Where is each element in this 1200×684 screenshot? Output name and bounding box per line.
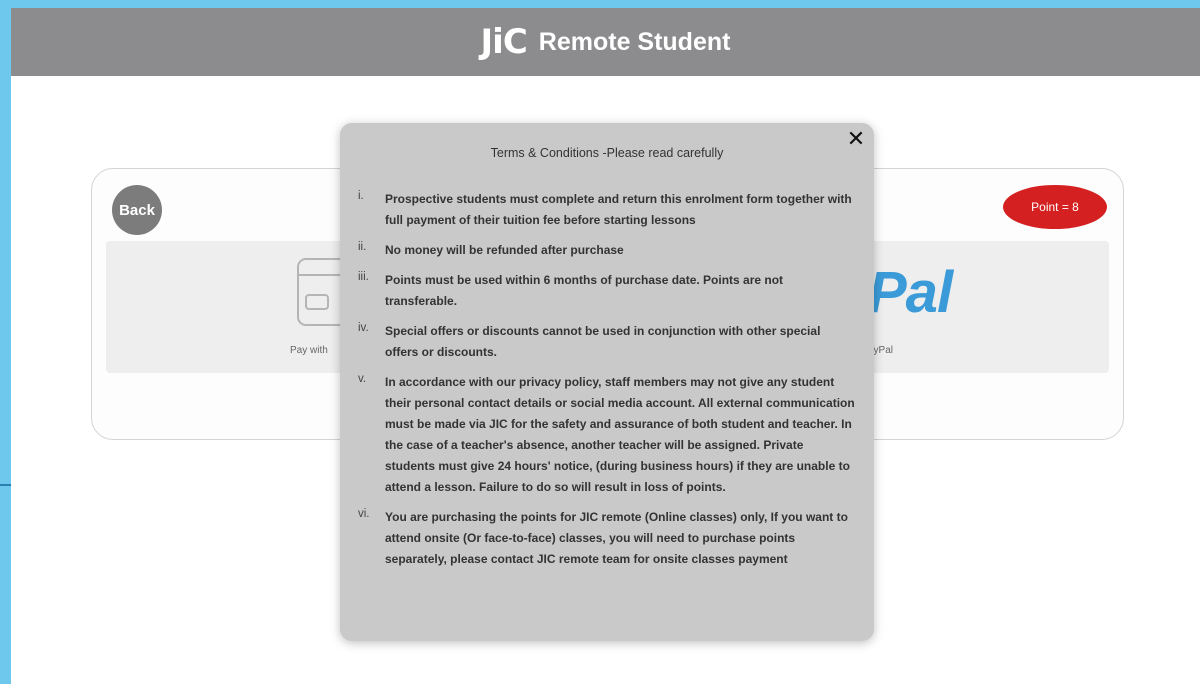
term-number: vi. (358, 508, 370, 520)
terms-list: i. Prospective students must complete an… (358, 189, 856, 579)
term-text: Special offers or discounts cannot be us… (385, 324, 821, 359)
app-window: JiC Remote Student Back Point = 8 Pay wi… (11, 8, 1200, 684)
term-item: v. In accordance with our privacy policy… (358, 372, 856, 498)
term-text: In accordance with our privacy policy, s… (385, 375, 855, 494)
modal-title: Terms & Conditions -Please read carefull… (490, 146, 724, 160)
term-text: Prospective students must complete and r… (385, 192, 852, 227)
term-item: vi. You are purchasing the points for JI… (358, 507, 856, 570)
top-bar: JiC Remote Student (11, 8, 1200, 76)
point-badge: Point = 8 (1003, 185, 1107, 229)
logo-text: JiC (480, 22, 528, 62)
back-button[interactable]: Back (112, 185, 162, 235)
term-number: i. (358, 190, 364, 202)
app-title: Remote Student (538, 27, 731, 56)
term-number: iv. (358, 322, 369, 334)
term-item: iv. Special offers or discounts cannot b… (358, 321, 856, 363)
paypal-logo[interactable]: Pal (868, 259, 953, 326)
term-text: You are purchasing the points for JIC re… (385, 510, 848, 566)
frame-edge-line (0, 484, 11, 486)
term-item: ii. No money will be refunded after purc… (358, 240, 856, 261)
term-text: No money will be refunded after purchase (385, 243, 624, 257)
term-number: ii. (358, 241, 367, 253)
terms-modal: ✕ Terms & Conditions -Please read carefu… (340, 123, 874, 641)
jic-logo: JiC (480, 22, 528, 62)
term-number: iii. (358, 271, 369, 283)
term-number: v. (358, 373, 367, 385)
term-item: i. Prospective students must complete an… (358, 189, 856, 231)
pay-with-card-label: Pay with (290, 345, 328, 356)
term-item: iii. Points must be used within 6 months… (358, 270, 856, 312)
term-text: Points must be used within 6 months of p… (385, 273, 784, 308)
